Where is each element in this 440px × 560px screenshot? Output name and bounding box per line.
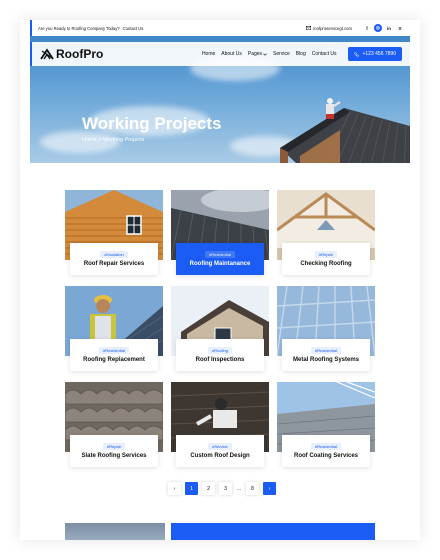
project-title[interactable]: Roof Repair Services <box>84 261 144 267</box>
project-tag[interactable]: #Repair <box>102 443 125 450</box>
footer-image-preview <box>65 523 165 540</box>
phone-icon <box>354 51 360 57</box>
nav-item-service[interactable]: Service <box>273 51 290 57</box>
call-button[interactable]: +123 456 7890 <box>348 47 402 61</box>
project-info: #Service Custom Roof Design <box>176 435 264 467</box>
page-button-2[interactable]: 2 <box>202 482 215 495</box>
project-title[interactable]: Custom Roof Design <box>190 453 249 459</box>
project-info: #Repair Slate Roofing Services <box>70 435 158 467</box>
project-tag[interactable]: #Repair <box>314 251 337 258</box>
page-button-8[interactable]: 8 <box>246 482 259 495</box>
linkedin-icon[interactable]: in <box>385 24 393 32</box>
nav-item-contact[interactable]: Contact Us <box>312 51 337 57</box>
project-card[interactable]: #Residential Metal Roofing Systems <box>277 286 375 374</box>
projects-grid: #Insulation Roof Repair Services #Reside… <box>65 190 375 470</box>
project-info: #Residential Roof Coating Services <box>282 435 370 467</box>
project-title[interactable]: Metal Roofing Systems <box>293 357 359 363</box>
x-icon[interactable]: X <box>396 24 404 32</box>
nav-menu: Home About Us Pages Service Blog Contact… <box>202 51 337 57</box>
project-info: #Residential Roofing Maintanance <box>176 243 264 275</box>
email-link[interactable]: roofproservicegt.com <box>305 25 352 31</box>
nav-item-pages-label: Pages <box>247 51 263 57</box>
instagram-icon[interactable]: ◎ <box>374 24 382 32</box>
hero-banner: RoofPro Home About Us Pages Service Blog… <box>30 36 410 163</box>
chevron-down-icon <box>263 53 267 56</box>
pagination: ‹ 1 2 3 ... 8 › <box>168 482 276 495</box>
breadcrumb: Home > Working Projects <box>82 137 145 143</box>
site-logo[interactable]: RoofPro <box>40 47 103 61</box>
project-card[interactable]: #Residential Roofing Replacement <box>65 286 163 374</box>
page-ellipsis: ... <box>236 485 242 492</box>
project-tag[interactable]: #Service <box>208 443 232 450</box>
nav-item-home[interactable]: Home <box>202 51 215 57</box>
project-info: #Residential Roofing Replacement <box>70 339 158 371</box>
page-button-3[interactable]: 3 <box>219 482 232 495</box>
phone-number: +123 456 7890 <box>362 51 396 57</box>
project-title[interactable]: Roofing Replacement <box>83 357 145 363</box>
project-tag[interactable]: #Residential <box>310 347 341 354</box>
page-frame: Are you Ready to Roofing Company Today? … <box>20 20 420 540</box>
project-tag[interactable]: #Roofing <box>207 347 232 354</box>
nav-item-about[interactable]: About Us <box>221 51 242 57</box>
main-navbar: RoofPro Home About Us Pages Service Blog… <box>30 42 410 66</box>
promo-text: Are you Ready to Roofing Company Today? <box>38 25 120 31</box>
project-tag[interactable]: #Insulation <box>100 251 128 258</box>
project-title[interactable]: Roof Coating Services <box>294 453 358 459</box>
project-card[interactable]: #Roofing Roof Inspections <box>171 286 269 374</box>
project-card[interactable]: #Residential Roofing Maintanance <box>171 190 269 278</box>
project-tag[interactable]: #Residential <box>204 251 235 258</box>
nav-item-pages[interactable]: Pages <box>248 51 267 57</box>
project-card[interactable]: #Repair Slate Roofing Services <box>65 382 163 470</box>
project-title[interactable]: Roofing Maintanance <box>190 261 251 267</box>
footer-cta-banner <box>171 523 375 540</box>
project-info: #Repair Checking Roofing <box>282 243 370 275</box>
mail-icon <box>305 26 311 30</box>
logo-text: RoofPro <box>56 47 104 61</box>
facebook-icon[interactable]: f <box>363 24 371 32</box>
logo-icon <box>40 48 54 60</box>
project-title[interactable]: Slate Roofing Services <box>81 453 146 459</box>
page-button-1[interactable]: 1 <box>185 482 198 495</box>
email-text: roofproservicegt.com <box>312 25 352 31</box>
hero-roof-image <box>280 98 410 163</box>
project-tag[interactable]: #Residential <box>98 347 129 354</box>
next-page-button[interactable]: › <box>263 482 276 495</box>
project-info: #Roofing Roof Inspections <box>176 339 264 371</box>
project-info: #Insulation Roof Repair Services <box>70 243 158 275</box>
page-title: Working Projects <box>82 114 222 133</box>
project-title[interactable]: Roof Inspections <box>196 357 245 363</box>
project-card[interactable]: #Repair Checking Roofing <box>277 190 375 278</box>
prev-page-button[interactable]: ‹ <box>168 482 181 495</box>
nav-item-blog[interactable]: Blog <box>296 51 306 57</box>
project-card[interactable]: #Insulation Roof Repair Services <box>65 190 163 278</box>
project-tag[interactable]: #Residential <box>310 443 341 450</box>
project-card[interactable]: #Service Custom Roof Design <box>171 382 269 470</box>
project-title[interactable]: Checking Roofing <box>300 261 351 267</box>
project-card[interactable]: #Residential Roof Coating Services <box>277 382 375 470</box>
top-bar: Are you Ready to Roofing Company Today? … <box>30 20 410 36</box>
contact-link[interactable]: Contact Us <box>123 26 144 31</box>
project-info: #Residential Metal Roofing Systems <box>282 339 370 371</box>
